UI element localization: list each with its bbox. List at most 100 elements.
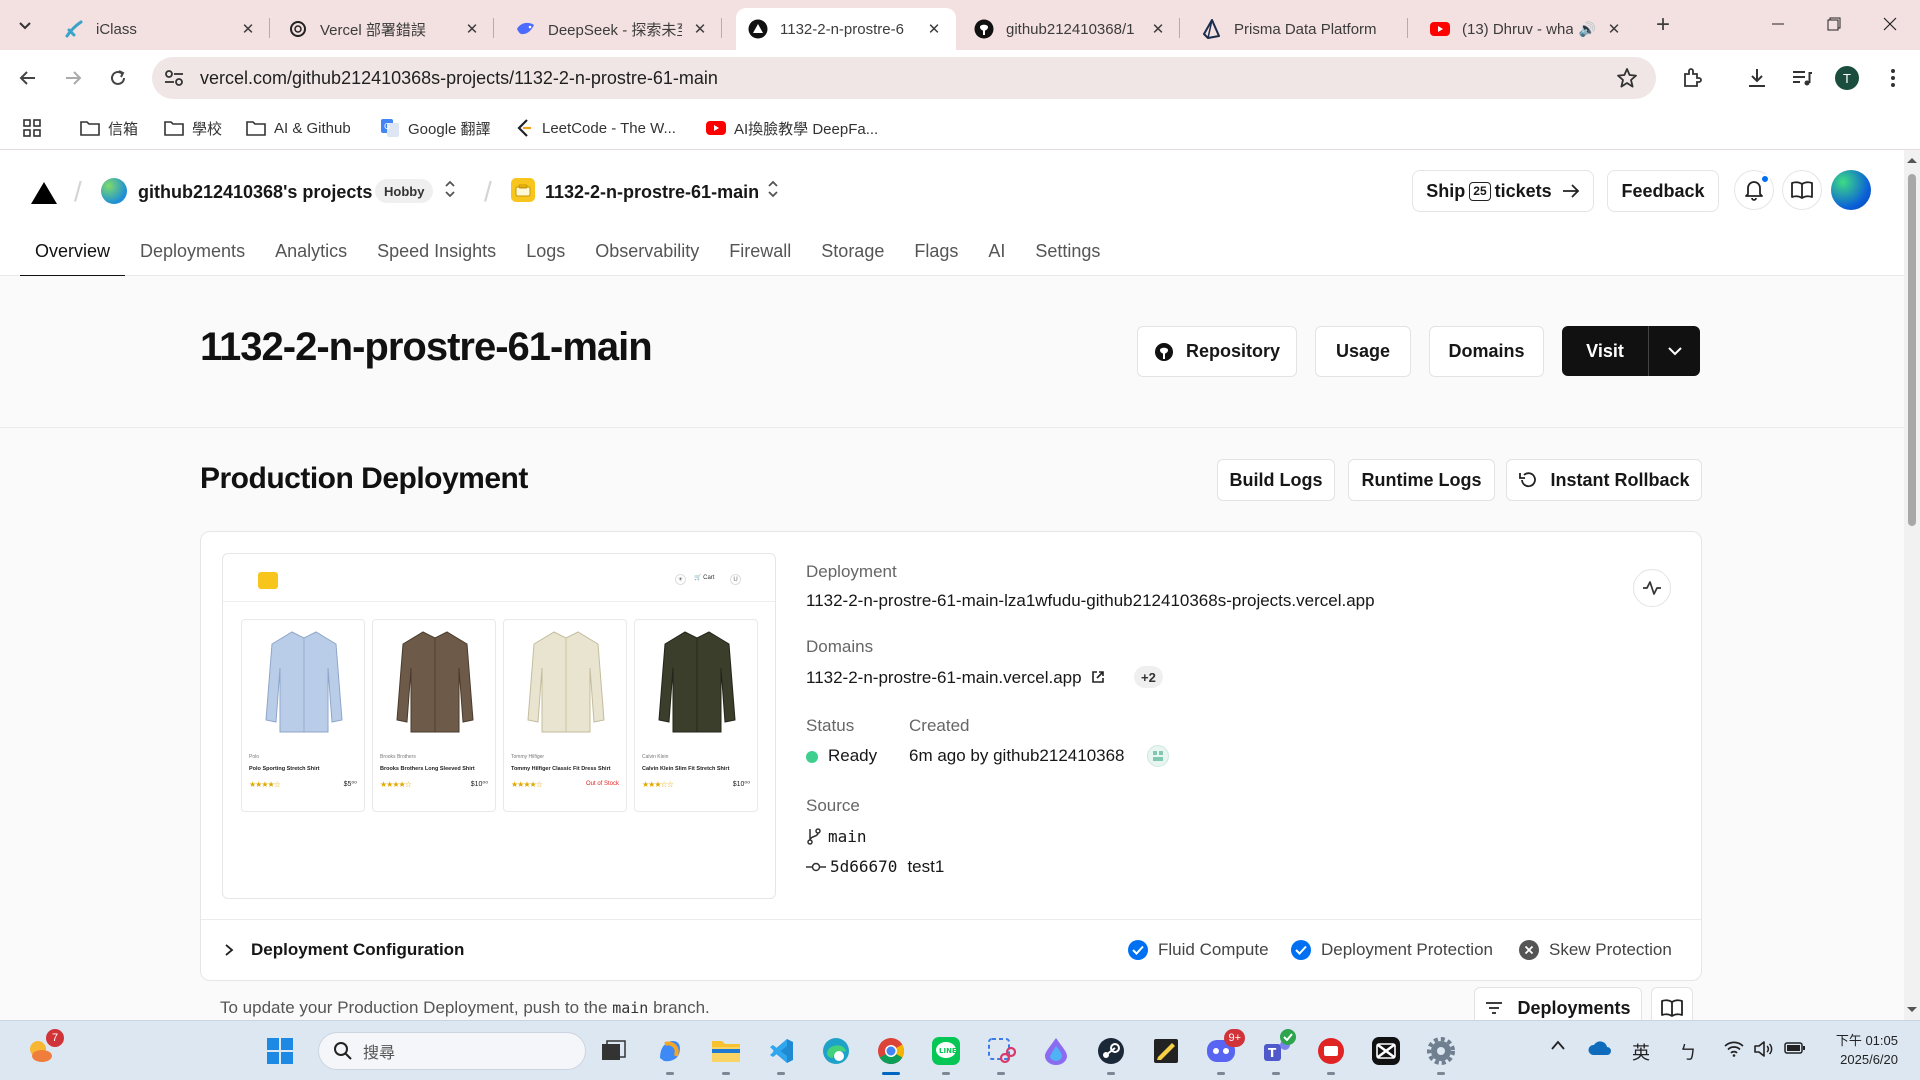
discord-app[interactable]: 9+ xyxy=(1203,1029,1245,1075)
repository-button[interactable]: Repository xyxy=(1137,326,1297,377)
tab-overview[interactable]: Overview xyxy=(20,236,126,277)
tab-speed-insights[interactable]: Speed Insights xyxy=(362,236,511,276)
file-explorer-app[interactable] xyxy=(708,1033,744,1075)
docs-button[interactable] xyxy=(1782,170,1822,210)
extensions-button[interactable] xyxy=(1676,62,1708,94)
bookmark-star-icon[interactable] xyxy=(1616,67,1638,89)
new-tab-button[interactable]: + xyxy=(1648,10,1678,40)
scroll-down-icon[interactable] xyxy=(1904,1004,1920,1016)
chrome-menu-button[interactable] xyxy=(1877,62,1909,94)
bookmark-item[interactable]: LeetCode - The W... xyxy=(514,116,676,140)
browser-tab[interactable]: github212410368/1 ✕ xyxy=(962,8,1180,50)
tab-flags[interactable]: Flags xyxy=(899,236,973,276)
reload-button[interactable] xyxy=(102,62,134,94)
deployment-preview[interactable]: ☀ 🛒 Cart U Polo Polo Sporting Stretch Sh… xyxy=(222,553,776,899)
chrome-app[interactable] xyxy=(873,1033,909,1075)
battery-icon[interactable] xyxy=(1784,1041,1806,1055)
visit-menu-button[interactable] xyxy=(1649,326,1700,376)
bookmark-item[interactable]: 信箱 xyxy=(80,116,138,140)
deployment-configuration-toggle[interactable]: Deployment Configuration xyxy=(223,940,464,960)
tab-storage[interactable]: Storage xyxy=(806,236,899,276)
taskbar-clock[interactable]: 下午 01:05 2025/6/20 xyxy=(1826,1031,1898,1069)
address-bar[interactable]: vercel.com/github212410368s-projects/113… xyxy=(152,57,1656,99)
team-switcher-button[interactable] xyxy=(443,178,457,200)
scroll-up-icon[interactable] xyxy=(1904,154,1920,166)
close-icon[interactable]: ✕ xyxy=(238,19,258,39)
speaker-icon[interactable]: 🔊 xyxy=(1579,21,1596,38)
close-icon[interactable]: ✕ xyxy=(462,19,482,39)
bookmark-item[interactable]: AI換臉教學 DeepFa... xyxy=(706,116,878,140)
browser-tab[interactable]: Prisma Data Platform xyxy=(1190,8,1408,50)
volume-icon[interactable] xyxy=(1754,1041,1774,1057)
project-name[interactable]: 1132-2-n-prostre-61-main xyxy=(545,182,759,203)
runtime-logs-button[interactable]: Runtime Logs xyxy=(1348,459,1495,501)
tab-search-button[interactable] xyxy=(10,10,40,40)
project-icon[interactable] xyxy=(511,178,535,202)
close-icon[interactable]: ✕ xyxy=(1148,19,1168,39)
site-settings-icon[interactable] xyxy=(164,69,188,87)
source-commit[interactable]: 5d66670 test1 xyxy=(806,857,944,877)
activity-button[interactable] xyxy=(1633,569,1671,607)
recorder-app[interactable] xyxy=(1313,1033,1349,1075)
project-switcher-button[interactable] xyxy=(766,178,780,200)
vercel-logo-icon[interactable] xyxy=(31,182,57,204)
snipping-tool-app[interactable] xyxy=(983,1033,1019,1075)
drop-app[interactable] xyxy=(1038,1033,1074,1069)
wifi-icon[interactable] xyxy=(1724,1041,1744,1057)
start-button[interactable] xyxy=(262,1033,298,1069)
feedback-button[interactable]: Feedback xyxy=(1607,170,1719,212)
ship-tickets-button[interactable]: Ship 25 tickets xyxy=(1412,170,1594,212)
team-avatar[interactable] xyxy=(101,178,127,204)
minimize-button[interactable] xyxy=(1750,0,1806,48)
restore-button[interactable] xyxy=(1806,0,1862,48)
tray-overflow-button[interactable] xyxy=(1550,1039,1566,1051)
browser-tab[interactable]: DeepSeek - 探索未至 ✕ xyxy=(504,8,722,50)
creator-avatar[interactable] xyxy=(1147,745,1169,767)
bookmark-item[interactable]: 學校 xyxy=(164,116,222,140)
line-app[interactable]: LINE xyxy=(928,1033,964,1075)
media-control-button[interactable] xyxy=(1786,62,1818,94)
task-view-button[interactable] xyxy=(596,1033,632,1069)
teams-app[interactable]: T xyxy=(1258,1029,1296,1075)
weather-widget[interactable]: 7 xyxy=(22,1029,64,1069)
page-scrollbar[interactable] xyxy=(1904,150,1920,1020)
scroll-thumb[interactable] xyxy=(1908,174,1916,526)
copilot-app[interactable] xyxy=(652,1033,688,1075)
deployment-url-link[interactable]: 1132-2-n-prostre-61-main-lza1wfudu-githu… xyxy=(806,591,1375,611)
bookmark-item[interactable]: G Google 翻譯 xyxy=(380,116,491,140)
tab-deployments[interactable]: Deployments xyxy=(125,236,260,276)
vscode-app[interactable] xyxy=(763,1033,799,1075)
team-name[interactable]: github212410368's projects xyxy=(138,182,372,203)
tab-analytics[interactable]: Analytics xyxy=(260,236,362,276)
tab-settings[interactable]: Settings xyxy=(1020,236,1115,276)
ime-language-indicator[interactable]: 英 xyxy=(1632,1039,1650,1065)
apps-button[interactable] xyxy=(22,116,42,140)
bookmark-item[interactable]: AI & Github xyxy=(246,116,351,140)
profile-avatar[interactable]: T xyxy=(1835,66,1859,90)
build-logs-button[interactable]: Build Logs xyxy=(1217,459,1335,501)
back-button[interactable] xyxy=(12,62,44,94)
ime-mode-indicator[interactable]: ㄅ xyxy=(1679,1039,1697,1065)
close-icon[interactable]: ✕ xyxy=(1604,19,1624,39)
browser-tab[interactable]: iClass ✕ xyxy=(52,8,270,50)
usage-button[interactable]: Usage xyxy=(1315,326,1411,377)
browser-tab[interactable]: Vercel 部署錯誤 ✕ xyxy=(276,8,494,50)
source-branch[interactable]: main xyxy=(806,827,867,847)
domain-link[interactable]: 1132-2-n-prostre-61-main.vercel.app xyxy=(806,668,1105,688)
instant-rollback-button[interactable]: Instant Rollback xyxy=(1506,459,1702,501)
notifications-button[interactable] xyxy=(1734,170,1774,210)
browser-tab[interactable]: (13) Dhruv - wha 🔊 ✕ xyxy=(1418,8,1636,50)
close-icon[interactable]: ✕ xyxy=(924,19,944,39)
tab-ai[interactable]: AI xyxy=(973,236,1020,276)
browser-tab-active[interactable]: 1132-2-n-prostre-6 ✕ xyxy=(736,8,956,50)
taskbar-search[interactable]: 搜尋 xyxy=(318,1032,586,1070)
close-window-button[interactable] xyxy=(1862,0,1918,48)
forward-button[interactable] xyxy=(57,62,89,94)
settings-app[interactable] xyxy=(1423,1033,1459,1075)
downloads-button[interactable] xyxy=(1741,62,1773,94)
user-avatar[interactable] xyxy=(1831,170,1871,210)
visit-button[interactable]: Visit xyxy=(1562,326,1649,376)
tab-firewall[interactable]: Firewall xyxy=(714,236,806,276)
onedrive-icon[interactable] xyxy=(1588,1040,1612,1056)
tab-logs[interactable]: Logs xyxy=(511,236,580,276)
